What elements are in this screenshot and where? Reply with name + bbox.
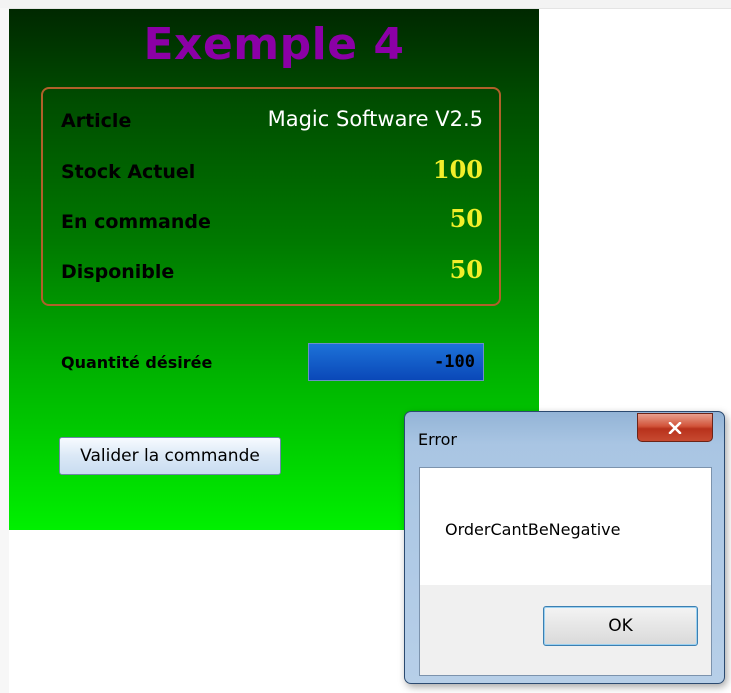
form-title: Exemple 4 — [143, 19, 405, 70]
error-dialog: Error OrderCantBeNegative OK — [404, 411, 725, 684]
stock-value: 100 — [432, 155, 483, 184]
window-left-edge — [0, 8, 9, 693]
article-value: Magic Software V2.5 — [267, 107, 483, 131]
dialog-content: OrderCantBeNegative OK — [419, 467, 712, 676]
window-top-edge — [0, 0, 731, 9]
stock-info-box: Article Magic Software V2.5 Stock Actuel… — [41, 87, 501, 306]
dialog-close-button[interactable] — [637, 413, 713, 442]
available-value: 50 — [449, 255, 483, 284]
quantity-label: Quantité désirée — [61, 353, 213, 372]
quantity-input[interactable] — [308, 343, 484, 381]
close-icon — [668, 421, 682, 434]
order-value: 50 — [449, 204, 483, 233]
order-label: En commande — [61, 211, 211, 233]
validate-order-button[interactable]: Valider la commande — [59, 437, 281, 475]
available-label: Disponible — [61, 261, 175, 283]
ok-button[interactable]: OK — [543, 606, 698, 646]
article-label: Article — [61, 110, 132, 132]
stock-label: Stock Actuel — [61, 161, 196, 183]
dialog-title: Error — [418, 430, 457, 449]
dialog-footer: OK — [420, 585, 711, 675]
dialog-message: OrderCantBeNegative — [445, 520, 621, 539]
